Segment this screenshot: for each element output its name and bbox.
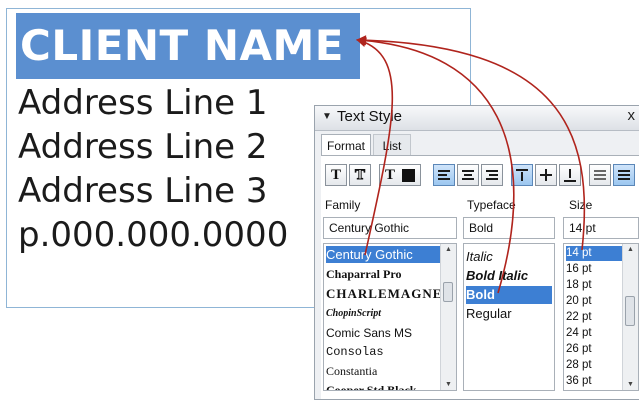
tab-list[interactable]: List — [373, 134, 411, 156]
close-icon[interactable]: x — [628, 107, 636, 124]
list-item[interactable]: 36 pt — [566, 374, 622, 389]
paragraph-button[interactable] — [589, 164, 611, 186]
valign-top-button[interactable] — [511, 164, 533, 186]
list-item[interactable]: CHARLEMAGNE — [326, 284, 440, 303]
valign-middle-button[interactable] — [535, 164, 557, 186]
color-swatch-icon — [402, 169, 415, 182]
size-input[interactable]: 14 pt — [563, 217, 639, 239]
tab-format[interactable]: Format — [321, 134, 371, 156]
list-item[interactable]: Cooper Std Black — [326, 381, 440, 390]
list-item[interactable]: 24 pt — [566, 326, 622, 341]
list-item[interactable]: Bold Italic — [466, 267, 552, 285]
align-right-button[interactable] — [481, 164, 503, 186]
list-item[interactable]: Regular — [466, 305, 552, 323]
list-item[interactable]: 26 pt — [566, 342, 622, 357]
text-shadow-icon: T — [330, 167, 341, 183]
address-line-2[interactable]: Address Line 2 — [18, 127, 268, 167]
scroll-up-icon[interactable]: ▲ — [441, 246, 456, 253]
list-item[interactable]: Chaparral Pro — [326, 265, 440, 283]
list-item[interactable]: 28 pt — [566, 358, 622, 373]
text-color-button[interactable]: T — [379, 164, 421, 186]
list-item[interactable]: 18 pt — [566, 278, 622, 293]
text-color-icon: T — [384, 167, 395, 183]
family-input[interactable]: Century Gothic — [323, 217, 457, 239]
size-scrollbar[interactable]: ▲ ▼ — [622, 244, 638, 390]
family-label: Family — [325, 198, 361, 212]
list-item[interactable]: Consolas — [326, 343, 440, 361]
scroll-thumb[interactable] — [443, 282, 453, 302]
list-item[interactable]: 16 pt — [566, 262, 622, 277]
family-scrollbar[interactable]: ▲ ▼ — [440, 244, 456, 390]
text-outline-icon: T — [354, 167, 365, 184]
client-name-text[interactable]: CLIENT NAME — [16, 13, 360, 79]
size-list[interactable]: 14 pt 16 pt 18 pt 20 pt 22 pt 24 pt 26 p… — [563, 243, 639, 391]
scroll-up-icon[interactable]: ▲ — [623, 246, 638, 253]
valign-bottom-button[interactable] — [559, 164, 581, 186]
text-outline-button[interactable]: T — [349, 164, 371, 186]
typeface-list[interactable]: Italic Bold Italic Bold Regular — [463, 243, 555, 391]
size-label: Size — [569, 198, 593, 212]
list-item[interactable]: 14 pt — [566, 246, 622, 261]
text-shadow-button[interactable]: T — [325, 164, 347, 186]
address-line-3[interactable]: Address Line 3 — [18, 171, 268, 211]
list-item[interactable]: Italic — [466, 248, 552, 266]
list-item[interactable]: 20 pt — [566, 294, 622, 309]
phone-line[interactable]: p.000.000.0000 — [18, 215, 288, 255]
list-item[interactable]: 22 pt — [566, 310, 622, 325]
list-item[interactable]: Comic Sans MS — [326, 324, 440, 342]
panel-title: Text Style — [337, 108, 403, 125]
text-style-panel: ▼ Text Style x Format List T T T Family … — [314, 105, 639, 400]
panel-titlebar[interactable]: ▼ Text Style x — [315, 106, 639, 131]
typeface-input[interactable]: Bold — [463, 217, 555, 239]
family-list[interactable]: Century Gothic Chaparral Pro CHARLEMAGNE… — [323, 243, 457, 391]
scroll-down-icon[interactable]: ▼ — [441, 381, 456, 388]
scroll-thumb[interactable] — [625, 296, 635, 326]
typeface-label: Typeface — [467, 198, 516, 212]
collapse-icon[interactable]: ▼ — [322, 111, 332, 122]
align-left-button[interactable] — [433, 164, 455, 186]
align-center-button[interactable] — [457, 164, 479, 186]
address-line-1[interactable]: Address Line 1 — [18, 83, 268, 123]
list-item[interactable]: Constantia — [326, 362, 440, 380]
list-item[interactable]: Bold — [466, 286, 552, 304]
justify-button[interactable] — [613, 164, 635, 186]
list-item[interactable]: Century Gothic — [326, 246, 440, 263]
list-item[interactable]: ChopinScript — [326, 304, 440, 323]
scroll-down-icon[interactable]: ▼ — [623, 381, 638, 388]
